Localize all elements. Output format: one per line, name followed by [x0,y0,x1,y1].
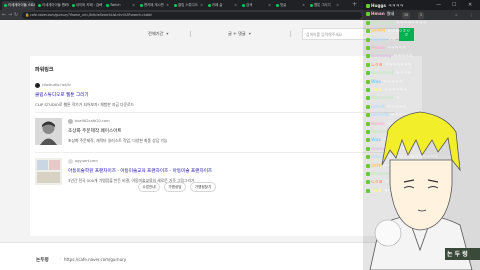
portrait-image [35,118,62,145]
scope-select[interactable]: 글 + 댓글 ▾ [228,28,251,40]
close-tab-icon[interactable]: × [268,1,271,10]
link-desc: CLIP STUDIO로 웹툰 작가가 되어보자! 체험판 지금 다운로드 [35,102,135,107]
browser-tab[interactable]: 이세계아이돌 스트리머 팬카페 : 네이버 카페× [2,1,35,10]
reload-icon[interactable]: ↻ [14,11,18,19]
close-tab-icon[interactable]: × [336,1,339,10]
close-tab-icon[interactable]: × [200,1,203,10]
footer-separator: : [60,257,62,262]
tab-label: 클립 스튜디오 [178,3,198,7]
browser-tab[interactable]: 댓글 × [274,1,307,10]
browser-tab[interactable]: 네이버 카페 : 검색 × [70,1,103,10]
favicon-icon [38,4,41,7]
browser-tab[interactable]: 이세계아이돌 팬카페 - 네이버 카페× [36,1,69,10]
section-title: 파워링크 [35,67,54,73]
tab-label: 웹툰 그리기 [314,3,331,7]
close-tab-icon[interactable]: × [132,1,135,10]
tab-label: Twitch [110,3,121,7]
avatar-illustration [369,111,480,270]
close-tab-icon[interactable]: × [30,1,33,10]
close-tab-icon[interactable]: × [302,1,305,10]
divider [290,31,291,37]
browser-tab[interactable]: 웹툰 그리기 × [308,1,341,10]
lock-icon: 🔒 [25,12,30,17]
new-tab-button[interactable]: + [352,0,357,10]
link-title[interactable]: 클립스튜디오로 웹툰 그리기 [35,92,89,98]
back-icon[interactable]: ← [2,11,6,19]
close-tab-icon[interactable]: × [64,1,67,10]
footer: 논두렁 : https://cafe.naver.com/gurnury [0,242,420,270]
link-title[interactable]: 아동미술학원 프랜차이즈 · 아동미술교육 프랜차이즈 · 아동미술 프랜차이즈 [68,168,212,174]
favicon-icon [106,4,109,7]
link-title[interactable]: 초상화 주문제작 페이스아트 [68,128,122,134]
footer-url[interactable]: https://cafe.naver.com/gurnury [64,257,126,262]
art-image [35,158,62,185]
tab-label: 검색 [246,3,253,7]
favicon-icon [276,4,279,7]
site-icon [68,119,73,124]
pill-franchise[interactable]: 가맹상담 [164,182,186,192]
thumbnail-portrait[interactable] [35,118,62,145]
site-icon [68,159,73,164]
browser-tab[interactable]: 팬카페 게시판 × [138,1,171,10]
link-desc: 초상화 주문제작, 캐릭터 일러스트 작업, 다양한 화풍 상담 가능 [68,138,168,143]
site-icon [35,83,40,88]
pill-find-store[interactable]: 가맹점찾기 [190,182,216,192]
link-source[interactable]: clipstudio.net/kr [42,83,71,87]
link-source[interactable]: boe062cafe20.com [75,119,110,123]
favicon-icon [4,4,7,7]
favicon-icon [310,4,313,7]
streamer-avatar: 논 두 렁 [360,0,480,270]
avatar-name-tag: 논 두 렁 [447,251,468,258]
link-source[interactable]: ogyuart.com [75,159,98,163]
browser-tab[interactable]: 클립 스튜디오 × [172,1,205,10]
tab-label: 댓글 [280,3,287,7]
close-tab-icon[interactable]: × [234,1,237,10]
period-select[interactable]: 전체기간 ▾ [148,28,169,40]
divider [35,152,395,153]
address-bar[interactable]: 🔒 cafe.naver.com/gurnury?iframe_url=/Art… [22,11,362,19]
favicon-icon [242,4,245,7]
close-tab-icon[interactable]: × [98,1,101,10]
browser-tab[interactable]: Twitch × [104,1,137,10]
scope-select-label: 글 + 댓글 [228,31,246,36]
thumbnail-art[interactable] [35,158,62,185]
pill-class-info[interactable]: 수업안내 [138,182,160,192]
divider [35,112,395,113]
favicon-icon [208,4,211,7]
browser-tab[interactable]: 카페 글 × [206,1,239,10]
favicon-icon [174,4,177,7]
forward-icon[interactable]: → [8,11,12,19]
close-tab-icon[interactable]: × [166,1,169,10]
tab-label: 팬카페 게시판 [144,3,164,7]
favicon-icon [72,4,75,7]
address-text: cafe.naver.com/gurnury?iframe_url=/Artic… [30,12,152,17]
tab-label: 카페 글 [212,3,223,7]
browser-tab[interactable]: 검색 × [240,1,273,10]
favicon-icon [140,4,143,7]
chevron-down-icon: ▾ [166,31,169,36]
divider [190,31,191,37]
chevron-down-icon: ▾ [248,31,251,36]
footer-label: 논두렁 [36,258,49,263]
period-select-label: 전체기간 [148,31,164,36]
